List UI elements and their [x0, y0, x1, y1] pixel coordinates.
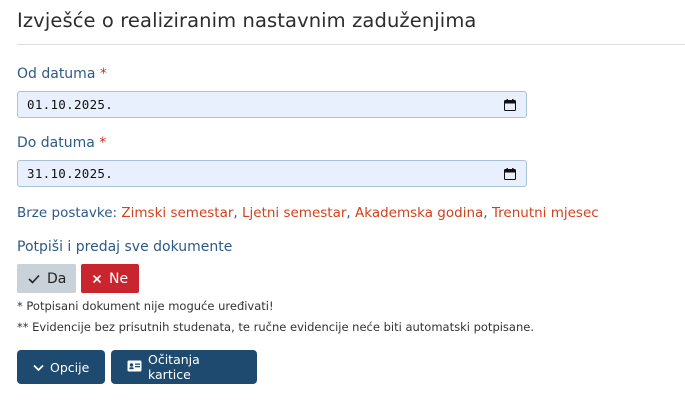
required-mark: * — [99, 135, 107, 151]
to-date-label: Do datuma * — [17, 135, 106, 151]
no-button[interactable]: Ne — [81, 264, 139, 293]
id-card-icon — [127, 360, 142, 375]
preset-current-month[interactable]: Trenutni mjesec — [492, 205, 599, 221]
card-readings-button[interactable]: Očitanja kartice — [111, 350, 257, 384]
page-title: Izvješće o realiziranim nastavnim zaduže… — [17, 9, 477, 32]
to-date-label-text: Do datuma — [17, 135, 95, 151]
to-date-input[interactable]: 31.10.2025. — [17, 160, 527, 187]
card-readings-label: Očitanja kartice — [148, 352, 200, 382]
note-signed-locked: * Potpisani dokument nije moguće uređiva… — [17, 299, 274, 313]
from-date-label: Od datuma * — [17, 66, 107, 82]
yes-label: Da — [47, 270, 67, 287]
required-mark: * — [99, 66, 107, 82]
preset-academic-year[interactable]: Akademska godina — [355, 205, 483, 221]
from-date-input[interactable]: 01.10.2025. — [17, 91, 527, 118]
chevron-down-icon — [33, 360, 44, 375]
yes-button[interactable]: Da — [17, 264, 76, 293]
sign-label: Potpiši i predaj sve dokumente — [17, 239, 233, 255]
quick-presets-label: Brze postavke: — [17, 205, 118, 221]
to-date-value: 31.10.2025. — [27, 166, 114, 181]
close-icon — [92, 274, 102, 284]
preset-winter-semester[interactable]: Zimski semestar — [121, 205, 233, 221]
from-date-value: 01.10.2025. — [27, 97, 114, 112]
options-button[interactable]: Opcije — [17, 350, 105, 384]
options-label: Opcije — [50, 359, 90, 375]
calendar-icon[interactable] — [504, 98, 516, 111]
from-date-label-text: Od datuma — [17, 66, 96, 82]
preset-summer-semester[interactable]: Ljetni semestar — [242, 205, 346, 221]
check-icon — [28, 274, 40, 284]
no-label: Ne — [109, 270, 129, 287]
title-divider — [17, 44, 685, 45]
calendar-icon[interactable] — [504, 167, 516, 180]
note-auto-sign: ** Evidencije bez prisutnih studenata, t… — [17, 320, 534, 334]
quick-presets: Brze postavke: Zimski semestar, Ljetni s… — [17, 205, 599, 221]
